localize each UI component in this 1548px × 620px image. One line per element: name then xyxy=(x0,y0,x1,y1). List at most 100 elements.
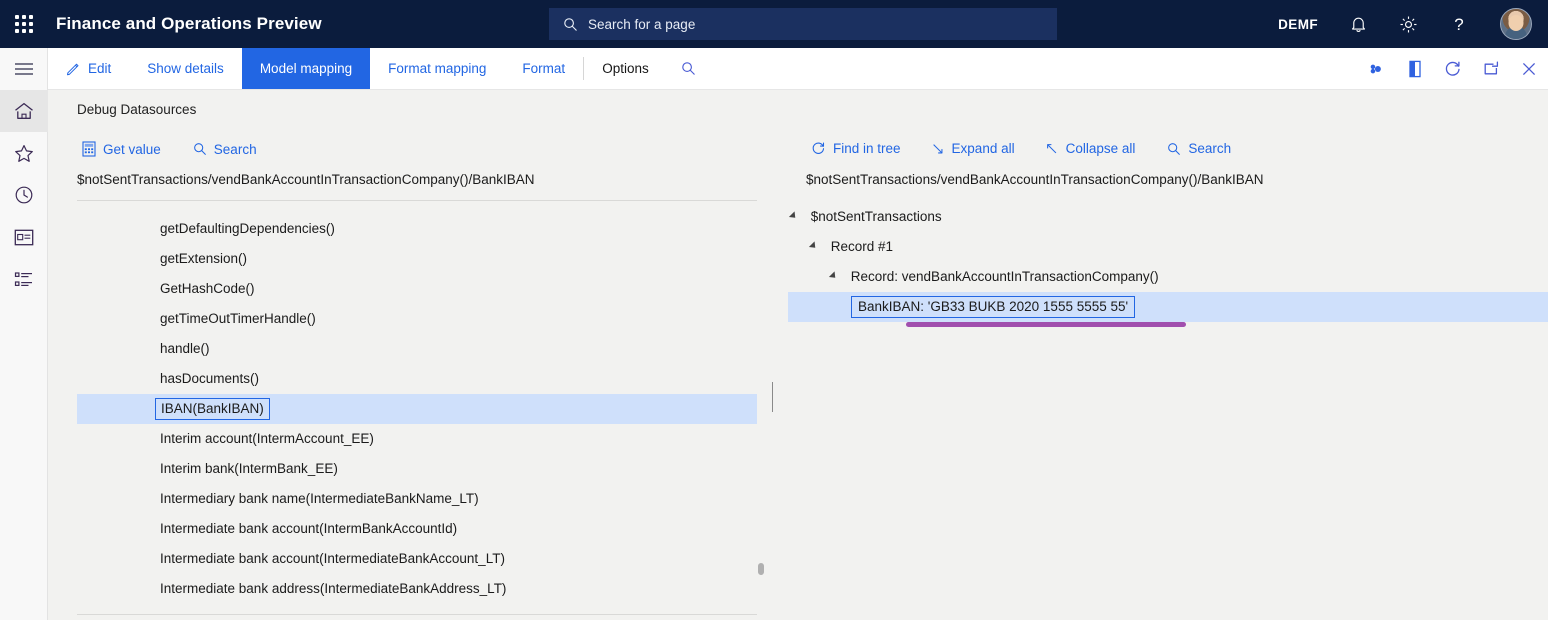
collapse-arrow-icon xyxy=(1045,142,1059,156)
user-avatar-button[interactable] xyxy=(1484,0,1548,48)
popout-icon xyxy=(1482,61,1500,77)
top-navbar: Finance and Operations Preview Search fo… xyxy=(0,0,1548,48)
refresh-button[interactable] xyxy=(1434,48,1472,90)
panel-splitter-handle[interactable] xyxy=(772,382,777,397)
close-icon xyxy=(1520,60,1538,78)
rail-item-modules[interactable] xyxy=(0,258,48,300)
get-value-label: Get value xyxy=(103,142,161,157)
popout-button[interactable] xyxy=(1472,48,1510,90)
refresh-circle-icon xyxy=(811,141,826,156)
left-navigation-rail xyxy=(0,48,48,620)
list-item[interactable]: Intermediate bank address(IntermediateBa… xyxy=(77,574,757,604)
right-search-label: Search xyxy=(1188,141,1231,156)
expand-all-button[interactable]: Expand all xyxy=(921,136,1025,161)
right-path-text: $notSentTransactions/vendBankAccountInTr… xyxy=(806,172,1548,187)
tab-edit-label: Edit xyxy=(88,61,111,76)
attachments-button[interactable] xyxy=(1358,48,1396,90)
list-scrollbar-thumb[interactable] xyxy=(758,563,764,575)
attach-icon xyxy=(1368,62,1386,76)
svg-text:?: ? xyxy=(1454,15,1463,34)
tab-model-mapping[interactable]: Model mapping xyxy=(242,48,370,89)
list-item[interactable]: getExtension() xyxy=(77,244,757,274)
list-item[interactable]: getDefaultingDependencies() xyxy=(77,214,757,244)
rail-item-workspaces[interactable] xyxy=(0,216,48,258)
global-search-placeholder: Search for a page xyxy=(588,17,695,32)
tree-node-label: Record #1 xyxy=(831,239,893,254)
chevron-expanded-icon[interactable] xyxy=(809,242,818,251)
tab-options[interactable]: Options xyxy=(584,48,667,89)
gear-icon xyxy=(1399,15,1418,34)
panel-title: Debug Datasources xyxy=(77,102,196,117)
settings-button[interactable] xyxy=(1383,0,1434,48)
list-item[interactable]: GetHashCode() xyxy=(77,274,757,304)
tab-show-details[interactable]: Show details xyxy=(129,48,242,89)
legal-entity-button[interactable]: DEMF xyxy=(1262,0,1334,48)
right-search-button[interactable]: Search xyxy=(1157,136,1241,161)
debug-datasources-workarea: Debug Datasources Get value S xyxy=(48,90,1548,620)
app-launcher-button[interactable] xyxy=(0,0,48,48)
list-item[interactable]: Intermediate bank account(IntermediateBa… xyxy=(77,544,757,574)
list-bottom-rule xyxy=(77,614,757,615)
list-item[interactable]: Intermediate bank account(IntermBankAcco… xyxy=(77,514,757,544)
tree-node-vendbankaccount[interactable]: Record: vendBankAccountInTransactionComp… xyxy=(788,262,1548,292)
navbar-right-group: DEMF ? xyxy=(1262,0,1548,48)
tree-node-root[interactable]: $notSentTransactions xyxy=(788,202,1548,232)
chevron-expanded-icon[interactable] xyxy=(829,272,838,281)
hamburger-icon xyxy=(14,62,34,76)
right-command-bar: Find in tree Expand all Collapse all xyxy=(801,136,1241,161)
list-item[interactable]: Intermediary bank name(IntermediateBankN… xyxy=(77,484,757,514)
help-button[interactable]: ? xyxy=(1434,0,1484,48)
list-item[interactable]: hasDocuments() xyxy=(77,364,757,394)
left-panel: Debug Datasources Get value S xyxy=(48,90,775,620)
tab-edit[interactable]: Edit xyxy=(48,48,129,89)
question-mark-icon: ? xyxy=(1450,14,1468,34)
list-item[interactable]: handle() xyxy=(77,334,757,364)
window-controls xyxy=(1358,48,1548,89)
rail-item-favorites[interactable] xyxy=(0,132,48,174)
home-icon xyxy=(14,102,34,120)
get-value-button[interactable]: Get value xyxy=(72,136,171,162)
expand-arrow-icon xyxy=(931,142,945,156)
global-search-input[interactable]: Search for a page xyxy=(549,8,1057,40)
calculator-icon xyxy=(82,141,96,157)
tab-format-mapping[interactable]: Format mapping xyxy=(370,48,504,89)
expand-all-label: Expand all xyxy=(952,141,1015,156)
left-search-button[interactable]: Search xyxy=(183,137,267,162)
find-in-tree-button[interactable]: Find in tree xyxy=(801,136,911,161)
search-icon xyxy=(193,142,207,156)
tab-show-details-label: Show details xyxy=(147,61,224,76)
collapse-all-label: Collapse all xyxy=(1066,141,1136,156)
search-icon xyxy=(1167,142,1181,156)
notifications-button[interactable] xyxy=(1334,0,1383,48)
tab-format[interactable]: Format xyxy=(504,48,583,89)
tree-node-bankiban-selected[interactable]: BankIBAN: 'GB33 BUKB 2020 1555 5555 55' xyxy=(788,292,1548,322)
list-item[interactable]: getDeclaringClass() xyxy=(77,202,757,214)
find-in-tree-label: Find in tree xyxy=(833,141,901,156)
rail-item-home[interactable] xyxy=(0,90,48,132)
list-item[interactable]: getTimeOutTimerHandle() xyxy=(77,304,757,334)
list-item-selected[interactable]: IBAN(BankIBAN) xyxy=(77,394,757,424)
office-app-button[interactable] xyxy=(1396,48,1434,90)
rail-item-expand-navigation[interactable] xyxy=(0,48,48,90)
bell-icon xyxy=(1350,15,1367,33)
clock-icon xyxy=(14,185,34,205)
tree-node-record[interactable]: Record #1 xyxy=(788,232,1548,262)
waffle-icon xyxy=(15,15,33,33)
annotation-underline xyxy=(906,322,1186,327)
chevron-expanded-icon[interactable] xyxy=(789,212,798,221)
rail-item-recent[interactable] xyxy=(0,174,48,216)
tree-node-label: BankIBAN: 'GB33 BUKB 2020 1555 5555 55' xyxy=(851,296,1135,318)
close-button[interactable] xyxy=(1510,48,1548,90)
list-item[interactable]: Interim account(IntermAccount_EE) xyxy=(77,424,757,454)
app-title: Finance and Operations Preview xyxy=(56,14,322,34)
collapse-all-button[interactable]: Collapse all xyxy=(1035,136,1146,161)
datasource-tree[interactable]: $notSentTransactions Record #1 Record: v… xyxy=(788,202,1548,322)
refresh-icon xyxy=(1444,60,1462,78)
list-item[interactable]: Interim bank(IntermBank_EE) xyxy=(77,454,757,484)
search-icon xyxy=(681,61,696,76)
tab-search-button[interactable] xyxy=(667,48,710,89)
pencil-icon xyxy=(66,61,81,76)
tree-node-label: Record: vendBankAccountInTransactionComp… xyxy=(851,269,1159,284)
action-pane-tabstrip: Edit Show details Model mapping Format m… xyxy=(48,48,1548,90)
datasource-list[interactable]: getDeclaringClass() getDefaultingDepende… xyxy=(77,202,757,614)
